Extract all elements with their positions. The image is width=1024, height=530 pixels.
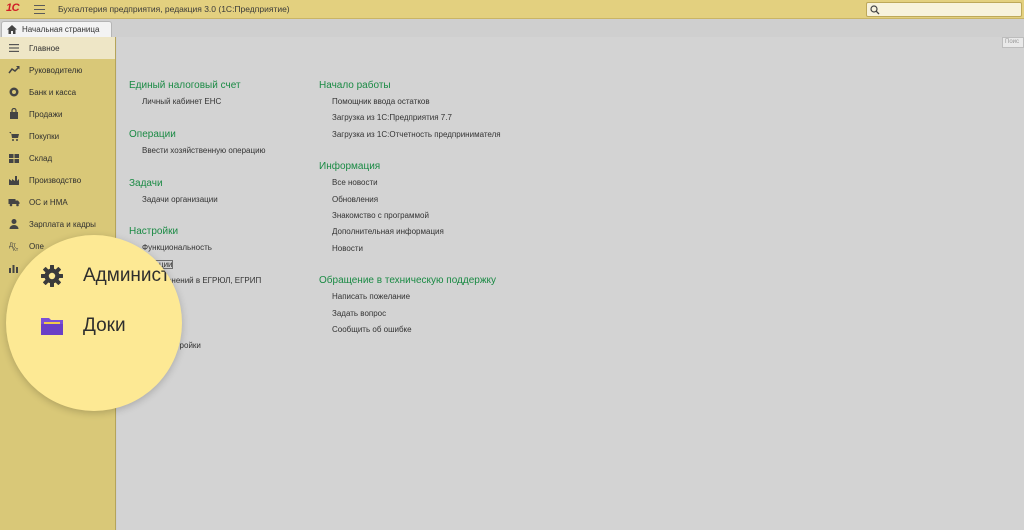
truck-icon: [8, 199, 20, 207]
section-title-information: Информация: [319, 161, 381, 173]
main-menu-icon[interactable]: [34, 5, 45, 14]
magnified-item-label: Доки: [83, 315, 126, 336]
warehouse-icon: [9, 154, 19, 163]
sidebar-item-manager[interactable]: Руководителю: [0, 59, 115, 81]
link-ask-question[interactable]: Задать вопрос: [319, 307, 501, 323]
global-search-input[interactable]: [866, 2, 1022, 17]
sidebar-item-sales[interactable]: Продажи: [0, 103, 115, 125]
tab-home[interactable]: Начальная страница: [1, 21, 112, 37]
sidebar-item-label: Руководителю: [29, 66, 83, 75]
link-opening-balances[interactable]: Помощник ввода остатков: [319, 95, 501, 111]
magnified-item-label: Админист: [83, 265, 170, 286]
section-title-tasks: Задачи: [129, 177, 163, 189]
link-write-wish[interactable]: Написать пожелание: [319, 290, 501, 306]
app-logo[interactable]: 1С: [6, 2, 20, 15]
sidebar-item-label: Зарплата и кадры: [29, 220, 96, 229]
link-intro[interactable]: Знакомство с программой: [319, 209, 501, 225]
link-all-news[interactable]: Все новости: [319, 176, 501, 192]
sidebar-item-bank[interactable]: Банк и касса: [0, 81, 115, 103]
sidebar-item-label: ОС и НМА: [29, 198, 68, 207]
home-icon: [7, 25, 17, 34]
section-title-getting-started: Начало работы: [319, 80, 391, 91]
sidebar-item-fixed-assets[interactable]: ОС и НМА: [0, 191, 115, 213]
search-icon: [870, 5, 880, 15]
sidebar-item-label: Покупки: [29, 132, 60, 141]
folder-icon: [41, 318, 63, 335]
cart-icon: [9, 132, 19, 141]
svg-text:Кт: Кт: [13, 247, 19, 252]
coins-icon: [9, 87, 19, 97]
link-report-bug[interactable]: Сообщить об ошибке: [319, 323, 501, 339]
person-icon: [9, 219, 19, 229]
operations-icon: ДтКт: [9, 243, 19, 252]
sidebar-item-label: Главное: [29, 44, 60, 53]
sidebar-item-label: Банк и касса: [29, 88, 77, 97]
sidebar-item-warehouse[interactable]: Склад: [0, 147, 115, 169]
sidebar-item-production[interactable]: Производство: [0, 169, 115, 191]
section-title-settings: Настройки: [129, 226, 179, 238]
sidebar-item-purchases[interactable]: Покупки: [0, 125, 115, 147]
sidebar-item-label: Продажи: [29, 110, 63, 119]
link-enter-operation[interactable]: Ввести хозяйственную операцию: [129, 144, 266, 160]
shopping-bag-icon: [10, 108, 18, 119]
link-updates[interactable]: Обновления: [319, 193, 501, 209]
section-title-support: Обращение в техническую поддержку: [319, 275, 497, 287]
link-additional-info[interactable]: Дополнительная информация: [319, 225, 501, 241]
factory-icon: [9, 176, 19, 185]
section-title-ens: Единый налоговый счет: [129, 80, 241, 91]
page-search-input[interactable]: Поис: [1002, 37, 1024, 48]
sidebar-item-label: Склад: [29, 154, 53, 163]
link-org-tasks[interactable]: Задачи организации: [129, 193, 266, 209]
app-title: Бухгалтерия предприятия, редакция 3.0 (1…: [58, 4, 290, 14]
right-column: Начало работы Помощник ввода остатков За…: [319, 79, 501, 339]
section-title-operations: Операции: [129, 128, 176, 140]
link-import-reporting[interactable]: Загрузка из 1С:Отчетность предпринимател…: [319, 128, 501, 144]
trend-icon: [8, 66, 20, 74]
home-page-content: Поис Единый налоговый счет Личный кабине…: [117, 37, 1024, 530]
bar-chart-icon: [9, 265, 18, 273]
sidebar-item-label: Опе: [29, 242, 45, 251]
link-news[interactable]: Новости: [319, 242, 501, 258]
magnifier-overlay: Админист Доки: [6, 235, 182, 411]
tab-home-label: Начальная страница: [22, 25, 100, 34]
link-import-77[interactable]: Загрузка из 1С:Предприятия 7.7: [319, 111, 501, 127]
menu-lines-icon: [9, 44, 19, 52]
title-bar: 1С Бухгалтерия предприятия, редакция 3.0…: [0, 0, 1024, 19]
tab-bar: Начальная страница: [0, 19, 1024, 37]
sidebar-item-main[interactable]: Главное: [0, 37, 115, 59]
link-ens-cabinet[interactable]: Личный кабинет ЕНС: [129, 95, 266, 111]
gear-icon: [41, 265, 63, 287]
sidebar-item-label: Производство: [29, 176, 82, 185]
sidebar-item-salary[interactable]: Зарплата и кадры: [0, 213, 115, 235]
